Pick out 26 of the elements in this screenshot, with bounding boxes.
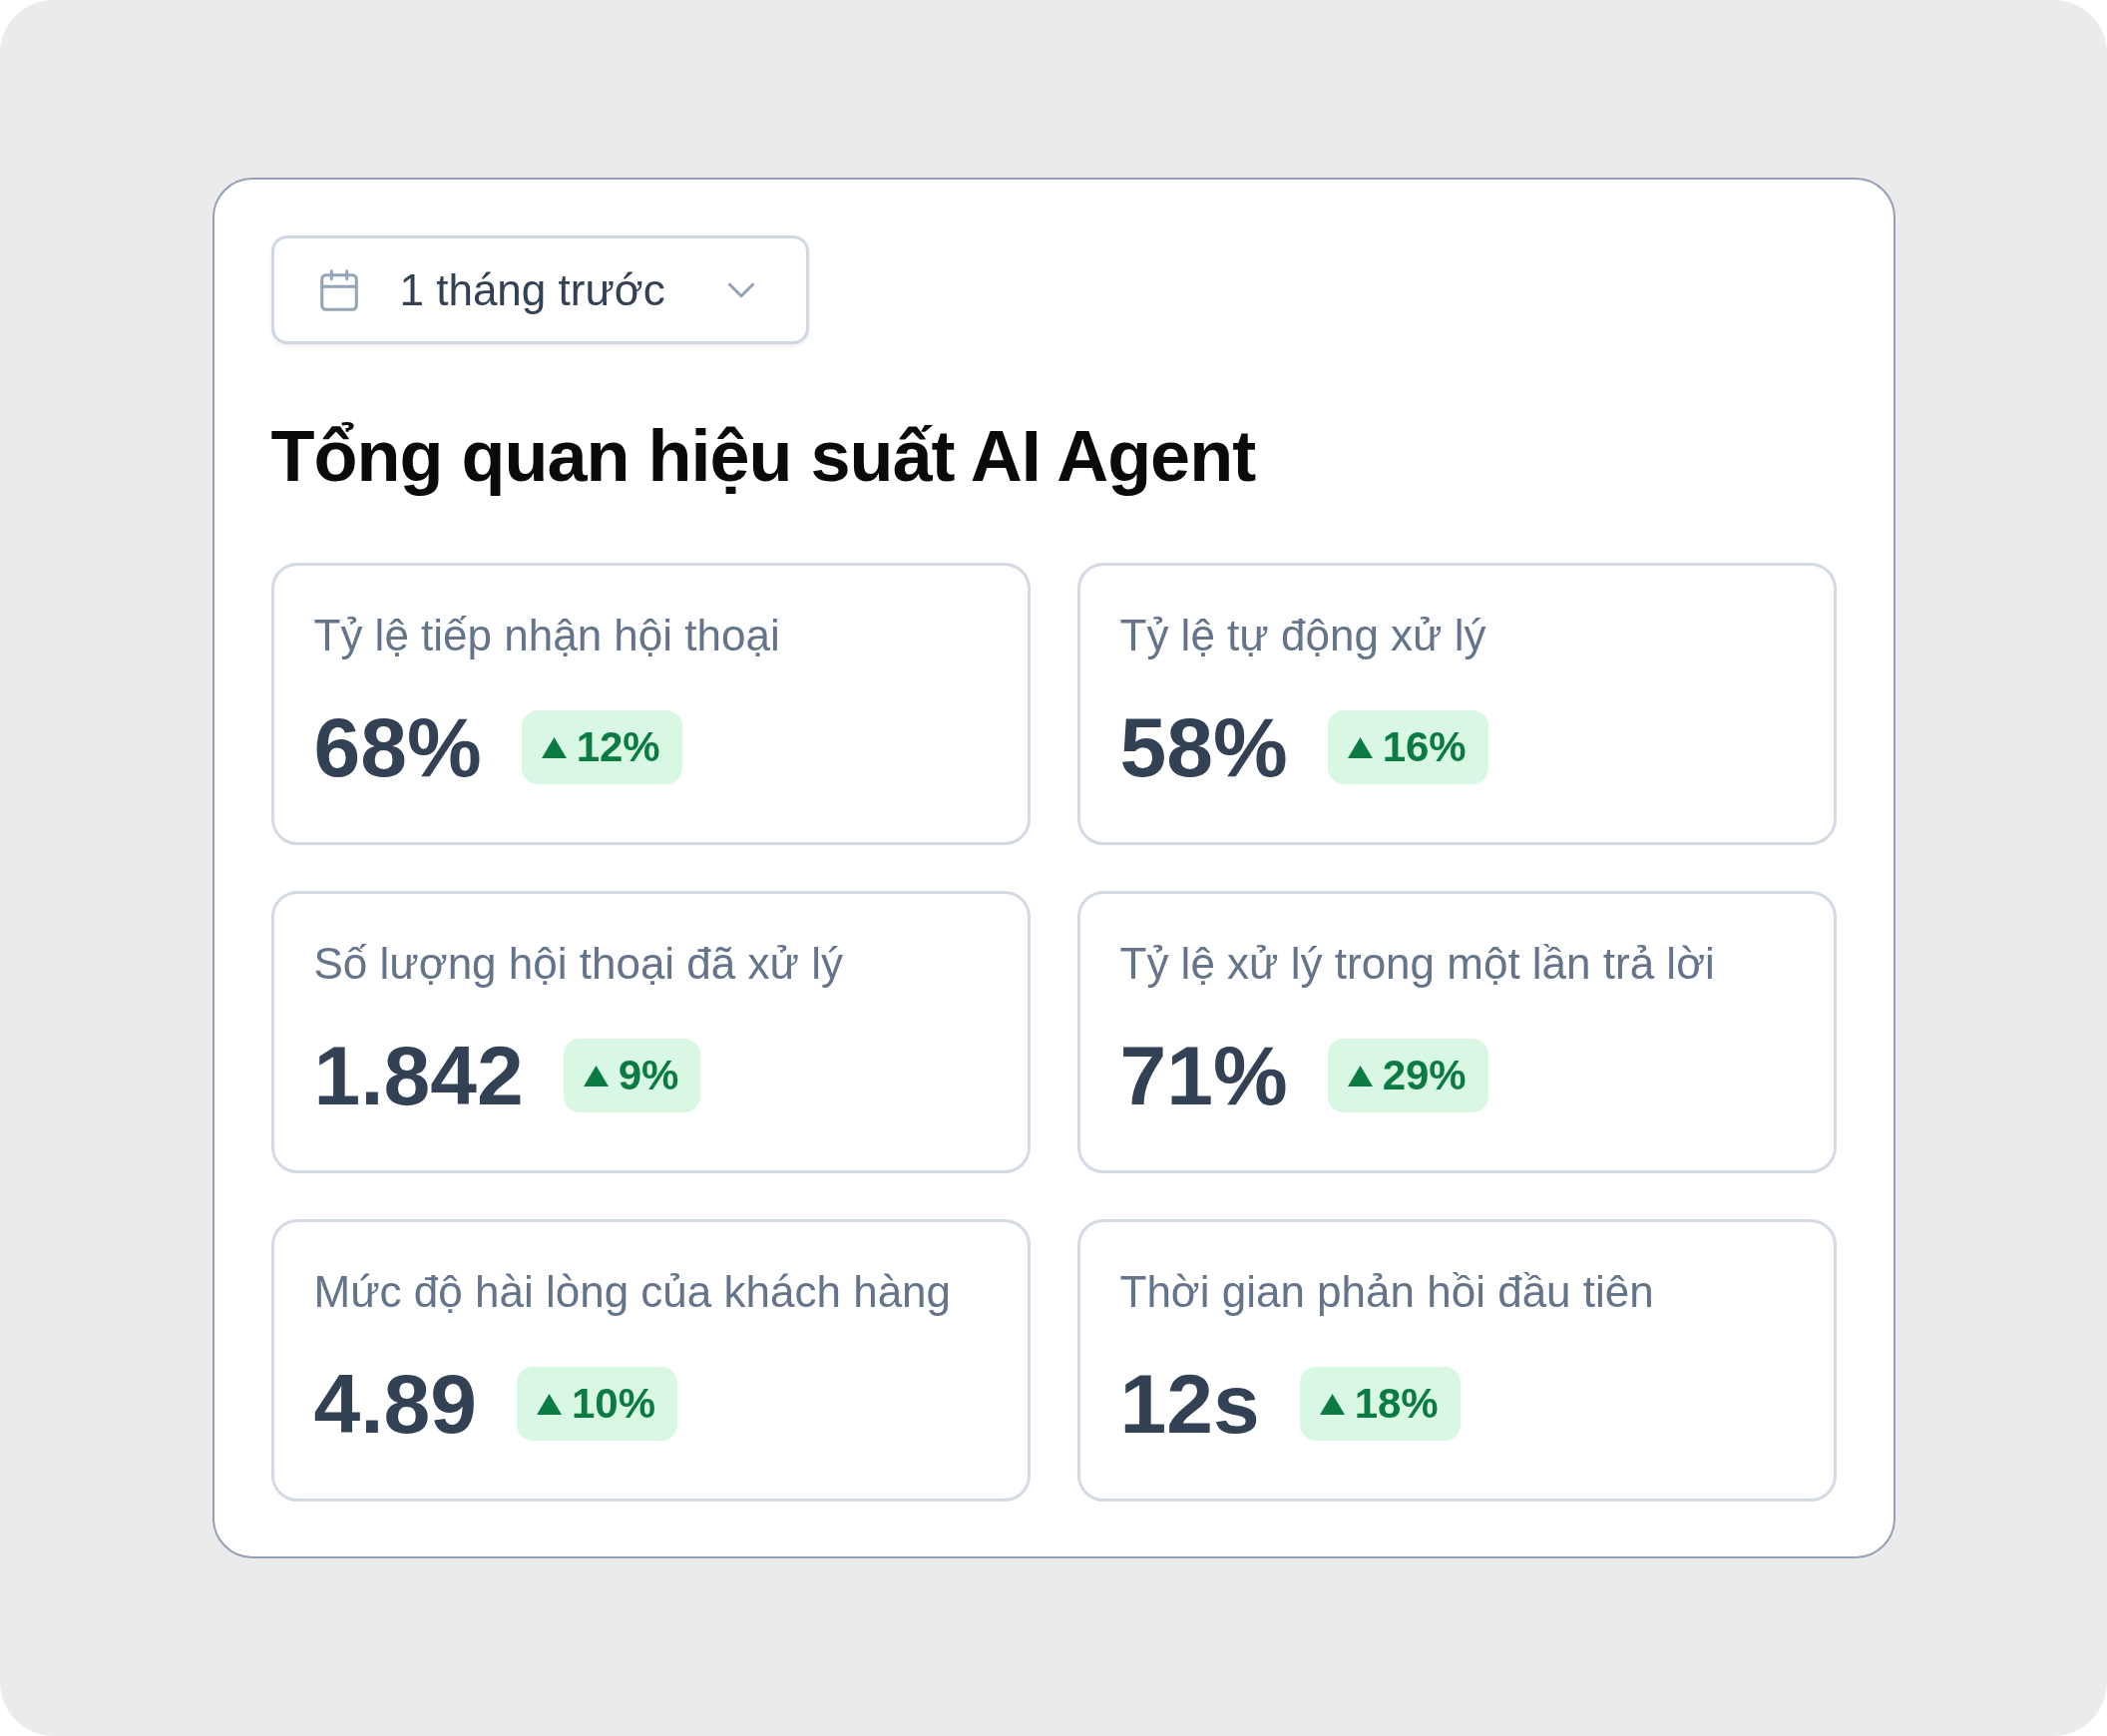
metric-label: Mức độ hài lòng của khách hàng xyxy=(313,1266,953,1318)
change-badge: 9% xyxy=(563,1039,701,1112)
metric-value: 4.89 xyxy=(313,1362,477,1446)
change-badge: 12% xyxy=(521,710,682,784)
metric-label: Tỷ lệ tiếp nhận hội thoại xyxy=(313,610,781,661)
change-badge: 16% xyxy=(1327,710,1488,784)
metric-label: Tỷ lệ tự động xử lý xyxy=(1119,610,1487,661)
metric-label: Tỷ lệ xử lý trong một lần trả lời xyxy=(1119,938,1716,990)
change-badge: 29% xyxy=(1327,1039,1488,1112)
change-badge: 18% xyxy=(1299,1367,1461,1441)
triangle-up-icon xyxy=(541,736,567,758)
metric-value: 68% xyxy=(313,705,482,789)
metric-value: 58% xyxy=(1119,705,1288,789)
triangle-up-icon xyxy=(537,1393,562,1415)
triangle-up-icon xyxy=(1347,736,1373,758)
triangle-up-icon xyxy=(1347,1065,1373,1086)
date-range-dropdown[interactable]: 1 tháng trước xyxy=(270,235,809,344)
dashboard-title: Tổng quan hiệu suất AI Agent xyxy=(270,415,1256,498)
metric-value: 1.842 xyxy=(313,1034,524,1117)
metric-value: 71% xyxy=(1119,1034,1288,1117)
triangle-up-icon xyxy=(1319,1393,1345,1415)
metric-label: Thời gian phản hồi đầu tiên xyxy=(1119,1266,1655,1318)
metric-value: 12s xyxy=(1119,1362,1260,1446)
change-badge: 10% xyxy=(517,1367,678,1441)
triangle-up-icon xyxy=(583,1065,609,1086)
metric-label: Số lượng hội thoại đã xử lý xyxy=(313,938,844,990)
